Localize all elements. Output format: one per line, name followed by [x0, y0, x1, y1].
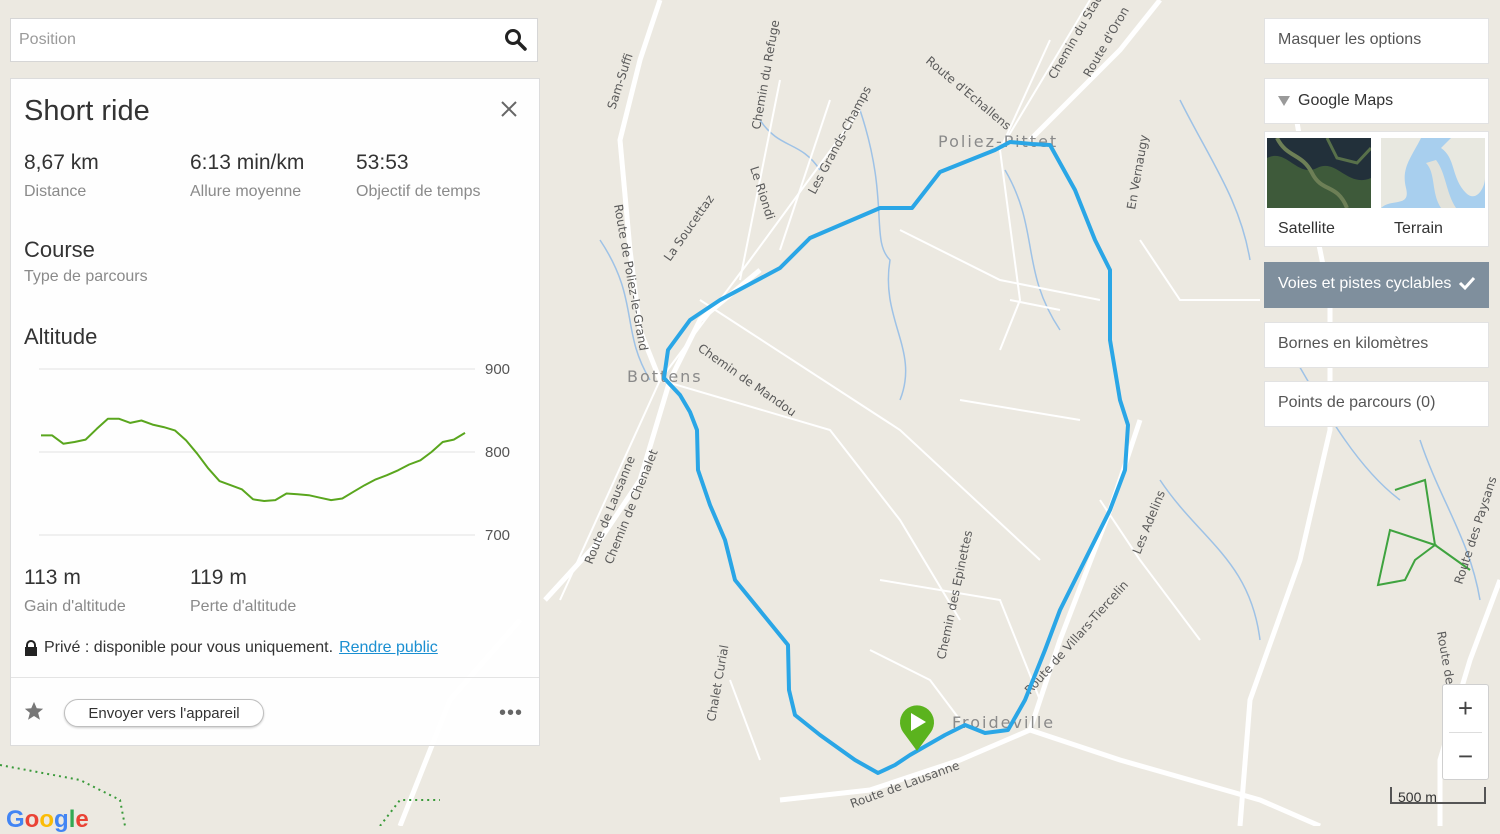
bike-lanes-label: Voies et pistes cyclables — [1278, 275, 1452, 292]
stat-pace: 6:13 min/km Allure moyenne — [190, 151, 304, 201]
km-markers-toggle[interactable]: Bornes en kilomètres — [1264, 322, 1489, 368]
google-logo: Google — [6, 806, 89, 833]
zoom-control: + − — [1442, 684, 1489, 780]
close-icon[interactable] — [499, 99, 519, 119]
map-scale: 500 m — [1390, 787, 1486, 805]
stat-elevation-loss: 119 m Perte d'altitude — [190, 566, 296, 616]
route-points-toggle[interactable]: Points de parcours (0) — [1264, 381, 1489, 427]
route-type-value: Course — [24, 237, 95, 262]
terrain-thumbnail[interactable] — [1381, 138, 1485, 208]
stat-elevation-gain: 113 m Gain d'altitude — [24, 566, 126, 616]
stat-value: 6:13 min/km — [190, 151, 305, 174]
bike-lanes-toggle[interactable]: Voies et pistes cyclables — [1264, 262, 1489, 308]
stat-label: Objectif de temps — [356, 183, 481, 200]
privacy-row: Privé : disponible pour vous uniquement.… — [24, 639, 438, 657]
stat-value: 113 m — [24, 566, 81, 589]
satellite-label[interactable]: Satellite — [1278, 220, 1335, 238]
triangle-down-icon — [1278, 96, 1290, 106]
privacy-text: Privé : disponible pour vous uniquement. — [44, 639, 334, 656]
stat-label: Gain d'altitude — [24, 598, 126, 615]
stat-label: Allure moyenne — [190, 183, 302, 200]
send-to-device-button[interactable]: Envoyer vers l'appareil — [64, 699, 264, 727]
stat-time-goal: 53:53 Objectif de temps — [356, 151, 481, 201]
altitude-chart: 900 800 700 — [39, 361, 510, 544]
stat-distance: 8,67 km Distance — [24, 151, 99, 201]
stat-value: 8,67 km — [24, 151, 99, 174]
search-icon[interactable] — [503, 27, 529, 53]
stat-label: Perte d'altitude — [190, 598, 297, 615]
star-icon[interactable] — [23, 700, 45, 722]
stat-label: Distance — [24, 183, 87, 200]
y-tick-label: 900 — [485, 361, 510, 378]
zoom-in-button[interactable]: + — [1443, 685, 1488, 732]
zoom-out-button[interactable]: − — [1443, 733, 1488, 780]
terrain-label[interactable]: Terrain — [1394, 220, 1443, 238]
y-tick-label: 700 — [485, 527, 510, 544]
stat-value: 53:53 — [356, 151, 409, 174]
route-type-label: Type de parcours — [24, 268, 148, 285]
more-options-icon[interactable]: ••• — [499, 703, 523, 723]
stat-value: 119 m — [190, 566, 247, 589]
route-panel: Short ride 8,67 km Distance 6:13 min/km … — [10, 78, 540, 746]
divider — [11, 677, 539, 678]
checkmark-icon — [1458, 276, 1476, 291]
make-public-link[interactable]: Rendre public — [339, 639, 438, 657]
google-maps-label: Google Maps — [1298, 92, 1394, 109]
scale-label: 500 m — [1398, 789, 1437, 805]
map-type-selector: Satellite Terrain — [1264, 131, 1489, 247]
search-input[interactable] — [11, 19, 507, 61]
lock-icon — [25, 640, 37, 656]
hide-options-button[interactable]: Masquer les options — [1264, 18, 1489, 64]
search-bar — [10, 18, 538, 62]
google-maps-toggle[interactable]: Google Maps — [1264, 78, 1489, 124]
y-tick-label: 800 — [485, 444, 510, 461]
satellite-thumbnail[interactable] — [1267, 138, 1371, 208]
route-title: Short ride — [24, 95, 150, 127]
altitude-series-line — [41, 417, 466, 502]
